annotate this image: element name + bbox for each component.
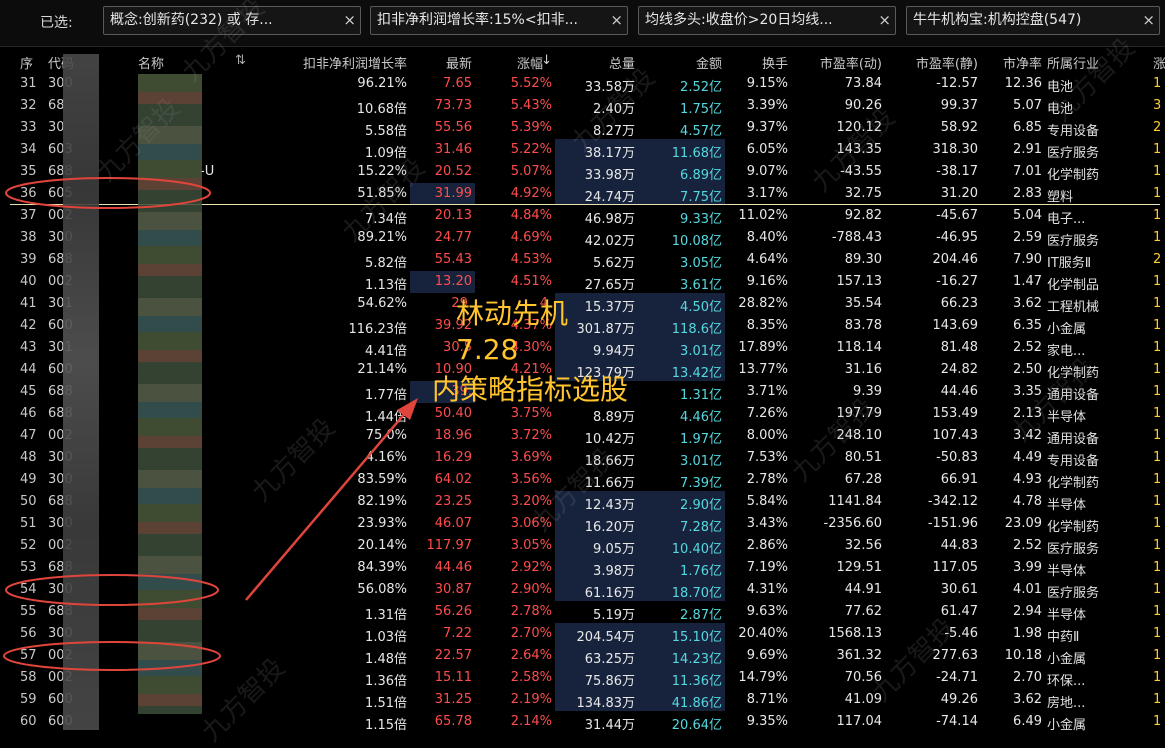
highlight-ellipse <box>3 641 221 671</box>
annotation-date: 7.28 <box>456 333 519 366</box>
highlight-ellipse <box>5 574 219 606</box>
annotation-subtitle: 内策略指标选股 <box>432 373 629 406</box>
annotation-title: 林动先机 <box>456 297 569 330</box>
arrow-head-icon <box>397 398 418 420</box>
